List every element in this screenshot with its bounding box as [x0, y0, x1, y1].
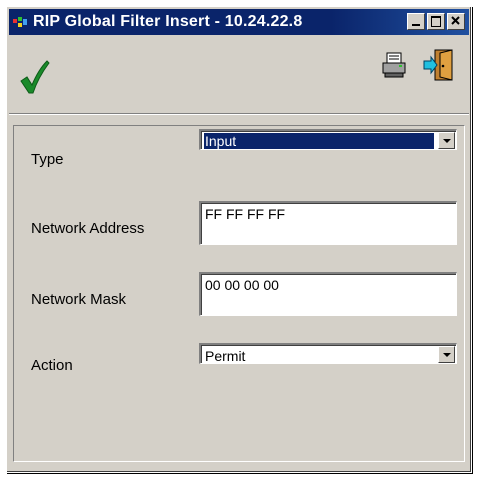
form-panel: Type Input Network Address FF FF FF FF N… — [9, 117, 469, 467]
dialog-window: RIP Global Filter Insert - 10.24.22.8 Ty… — [6, 6, 472, 473]
action-dropdown-button[interactable] — [438, 346, 455, 363]
printer-icon — [382, 52, 406, 78]
maximize-icon — [431, 16, 441, 27]
minimize-button[interactable] — [407, 13, 425, 30]
network-mask-value: 00 00 00 00 — [205, 277, 279, 293]
app-icon — [13, 15, 29, 29]
window-title: RIP Global Filter Insert - 10.24.22.8 — [33, 13, 303, 30]
close-icon — [451, 16, 460, 25]
maximize-button[interactable] — [427, 13, 445, 30]
exit-button[interactable] — [422, 47, 456, 83]
network-address-value: FF FF FF FF — [205, 206, 286, 222]
action-select[interactable]: Permit — [199, 343, 457, 364]
type-dropdown-button[interactable] — [438, 132, 455, 149]
network-address-field[interactable]: FF FF FF FF — [199, 201, 457, 245]
minimize-icon — [412, 24, 420, 26]
network-mask-label: Network Mask — [31, 291, 127, 308]
network-mask-field[interactable]: 00 00 00 00 — [199, 272, 457, 316]
type-select[interactable]: Input — [199, 129, 457, 150]
print-button[interactable] — [380, 49, 408, 83]
checkmark-icon — [20, 60, 50, 94]
action-selected-value: Permit — [205, 348, 246, 364]
action-label: Action — [31, 357, 73, 374]
type-label: Type — [31, 151, 64, 168]
exit-door-icon — [423, 49, 453, 81]
type-selected-value: Input — [203, 132, 435, 150]
close-button[interactable] — [447, 13, 465, 30]
toolbar-separator — [9, 113, 469, 115]
toolbar — [9, 39, 469, 111]
network-address-label: Network Address — [31, 220, 145, 237]
title-bar[interactable]: RIP Global Filter Insert - 10.24.22.8 — [9, 9, 469, 35]
apply-button[interactable] — [13, 45, 65, 101]
